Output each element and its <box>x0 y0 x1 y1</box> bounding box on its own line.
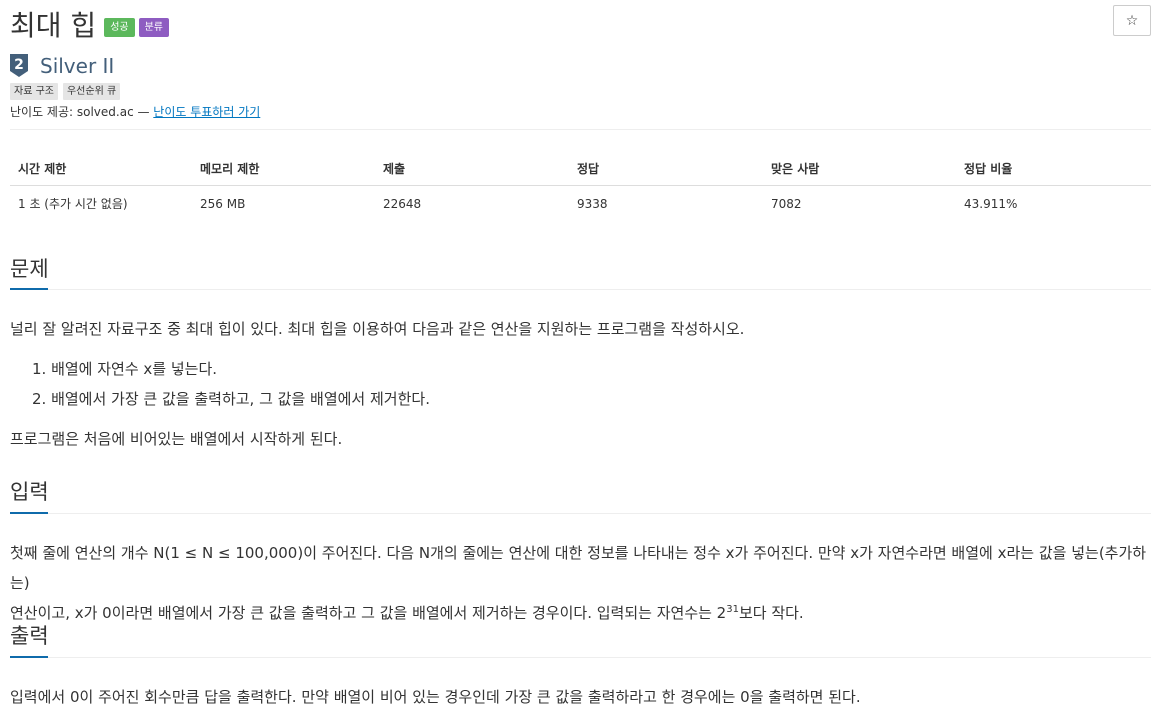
tag-item[interactable]: 우선순위 큐 <box>62 83 121 100</box>
tier-silver-icon: 2 <box>10 54 28 77</box>
table-header-cell: 정답 비율 <box>956 152 1151 186</box>
section-divider <box>10 289 1151 290</box>
table-header-cell: 맞은 사람 <box>763 152 956 186</box>
list-item: 1. 배열에 자연수 x를 넣는다. <box>32 360 218 378</box>
table-cell: 256 MB <box>200 196 246 211</box>
table-header-cell: 메모리 제한 <box>192 152 375 186</box>
problem-section-title: 문제 <box>10 257 49 281</box>
table-row: 1 초 (추가 시간 없음) 256 MB 22648 9338 7082 43… <box>10 186 1151 222</box>
section-underline <box>10 512 48 514</box>
problem-info-table: 시간 제한 메모리 제한 제출 정답 맞은 사람 정답 비율 1 초 (추가 시… <box>10 152 1151 221</box>
output-description: 입력에서 0이 주어진 회수만큼 답을 출력한다. 만약 배열이 비어 있는 경… <box>10 688 861 706</box>
input-line-1: 첫째 줄에 연산의 개수 N(1 ≤ N ≤ 100,000)이 주어진다. 다… <box>10 544 1147 592</box>
favorite-star-button[interactable]: ☆ <box>1113 5 1151 36</box>
operation-list: 1. 배열에 자연수 x를 넣는다. 2. 배열에서 가장 큰 값을 출력하고,… <box>32 354 430 414</box>
section-underline <box>10 656 48 658</box>
difficulty-vote-link[interactable]: 난이도 투표하러 가기 <box>153 105 260 119</box>
category-badge[interactable]: 분류 <box>138 17 169 37</box>
difficulty-provider: 난이도 제공: solved.ac — 난이도 투표하러 가기 <box>10 103 260 120</box>
input-line-2: 연산이고, x가 0이라면 배열에서 가장 큰 값을 출력하고 그 값을 배열에… <box>10 604 804 622</box>
table-cell: 22648 <box>383 196 422 211</box>
table-header-cell: 제출 <box>375 152 569 186</box>
section-underline <box>10 288 48 290</box>
tag-item[interactable]: 자료 구조 <box>10 83 58 100</box>
input-description: 첫째 줄에 연산의 개수 N(1 ≤ N ≤ 100,000)이 주어진다. 다… <box>10 538 1151 628</box>
table-header-cell: 시간 제한 <box>10 152 192 186</box>
output-section-title: 출력 <box>10 624 49 648</box>
problem-description: 널리 잘 알려진 자료구조 중 최대 힙이 있다. 최대 힙을 이용하여 다음과… <box>10 320 745 338</box>
table-header-cell: 정답 <box>569 152 763 186</box>
success-badge[interactable]: 성공 <box>104 17 135 37</box>
table-cell: 43.911% <box>964 196 1018 211</box>
input-section-title: 입력 <box>10 480 49 504</box>
table-cell: 1 초 (추가 시간 없음) <box>18 197 128 211</box>
problem-title: 최대 힙 <box>10 9 97 42</box>
list-item: 2. 배열에서 가장 큰 값을 출력하고, 그 값을 배열에서 제거한다. <box>32 390 430 408</box>
tier-row: 2 Silver II <box>10 53 114 79</box>
table-cell: 7082 <box>771 196 802 211</box>
tier-level: 2 <box>14 57 24 73</box>
divider <box>10 129 1151 130</box>
star-icon: ☆ <box>1125 12 1139 29</box>
tier-name[interactable]: Silver II <box>40 54 114 78</box>
section-divider <box>10 657 1151 658</box>
problem-header: 최대 힙 성공 분류 <box>10 4 173 44</box>
table-header-row: 시간 제한 메모리 제한 제출 정답 맞은 사람 정답 비율 <box>10 152 1151 186</box>
tag-list: 자료 구조 우선순위 큐 <box>10 83 125 100</box>
section-divider <box>10 513 1151 514</box>
difficulty-prefix: 난이도 제공: solved.ac — <box>10 105 154 119</box>
problem-note: 프로그램은 처음에 비어있는 배열에서 시작하게 된다. <box>10 430 343 448</box>
table-cell: 9338 <box>577 196 608 211</box>
